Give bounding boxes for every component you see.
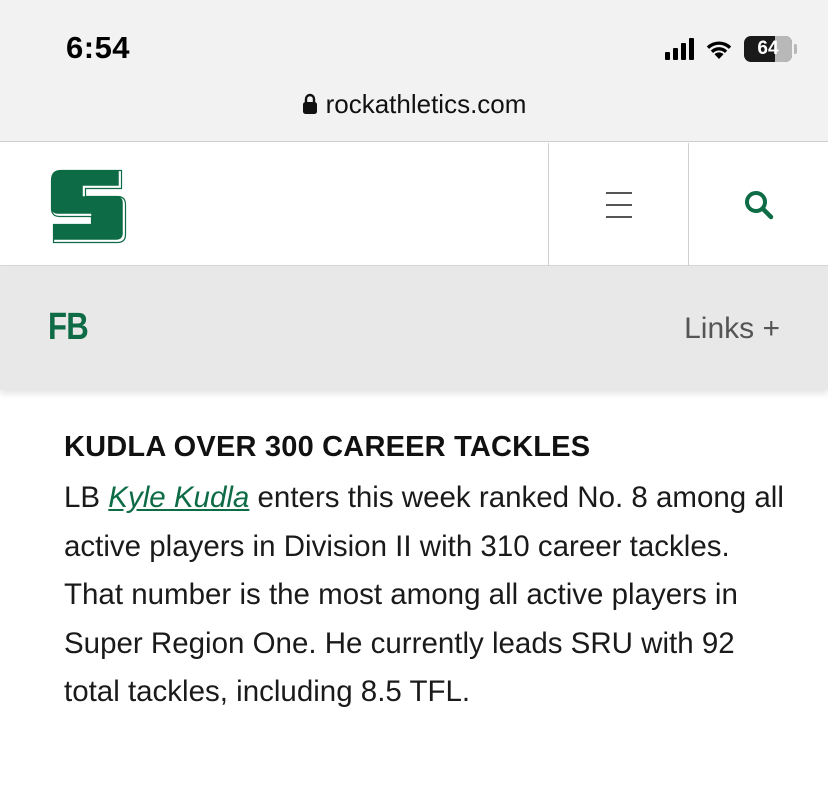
hamburger-menu-icon [605,191,632,218]
url-text: rockathletics.com [325,88,527,119]
body-prefix: LB [64,481,109,514]
sport-label[interactable]: FB [48,306,89,349]
battery-icon: 64 [744,36,797,62]
body-text: enters this week ranked No. 8 among all … [64,481,784,708]
links-dropdown-button[interactable]: Links + [684,312,780,346]
status-icons: 64 [665,34,797,64]
cellular-signal-icon [665,38,694,60]
search-button[interactable] [690,143,828,266]
player-name-link[interactable]: Kyle Kudla [108,481,249,514]
search-icon [745,190,774,219]
browser-chrome: 6:54 64 rockathletics.com [0,0,828,142]
lock-icon [302,93,317,114]
address-bar[interactable]: rockathletics.com [0,86,828,122]
article-headline: KUDLA OVER 300 CAREER TACKLES [64,431,591,463]
site-header [0,143,828,266]
status-time: 6:54 [66,30,131,65]
article: KUDLA OVER 300 CAREER TACKLES LB Kyle Ku… [64,428,784,717]
slippery-rock-s-logo [48,167,127,244]
battery-level: 64 [757,38,779,59]
menu-button[interactable] [548,143,689,266]
sport-subnav: FB Links + [0,266,828,390]
site-logo[interactable] [46,165,128,245]
article-body: LB Kyle Kudla enters this week ranked No… [64,474,784,717]
wifi-icon [706,41,732,59]
